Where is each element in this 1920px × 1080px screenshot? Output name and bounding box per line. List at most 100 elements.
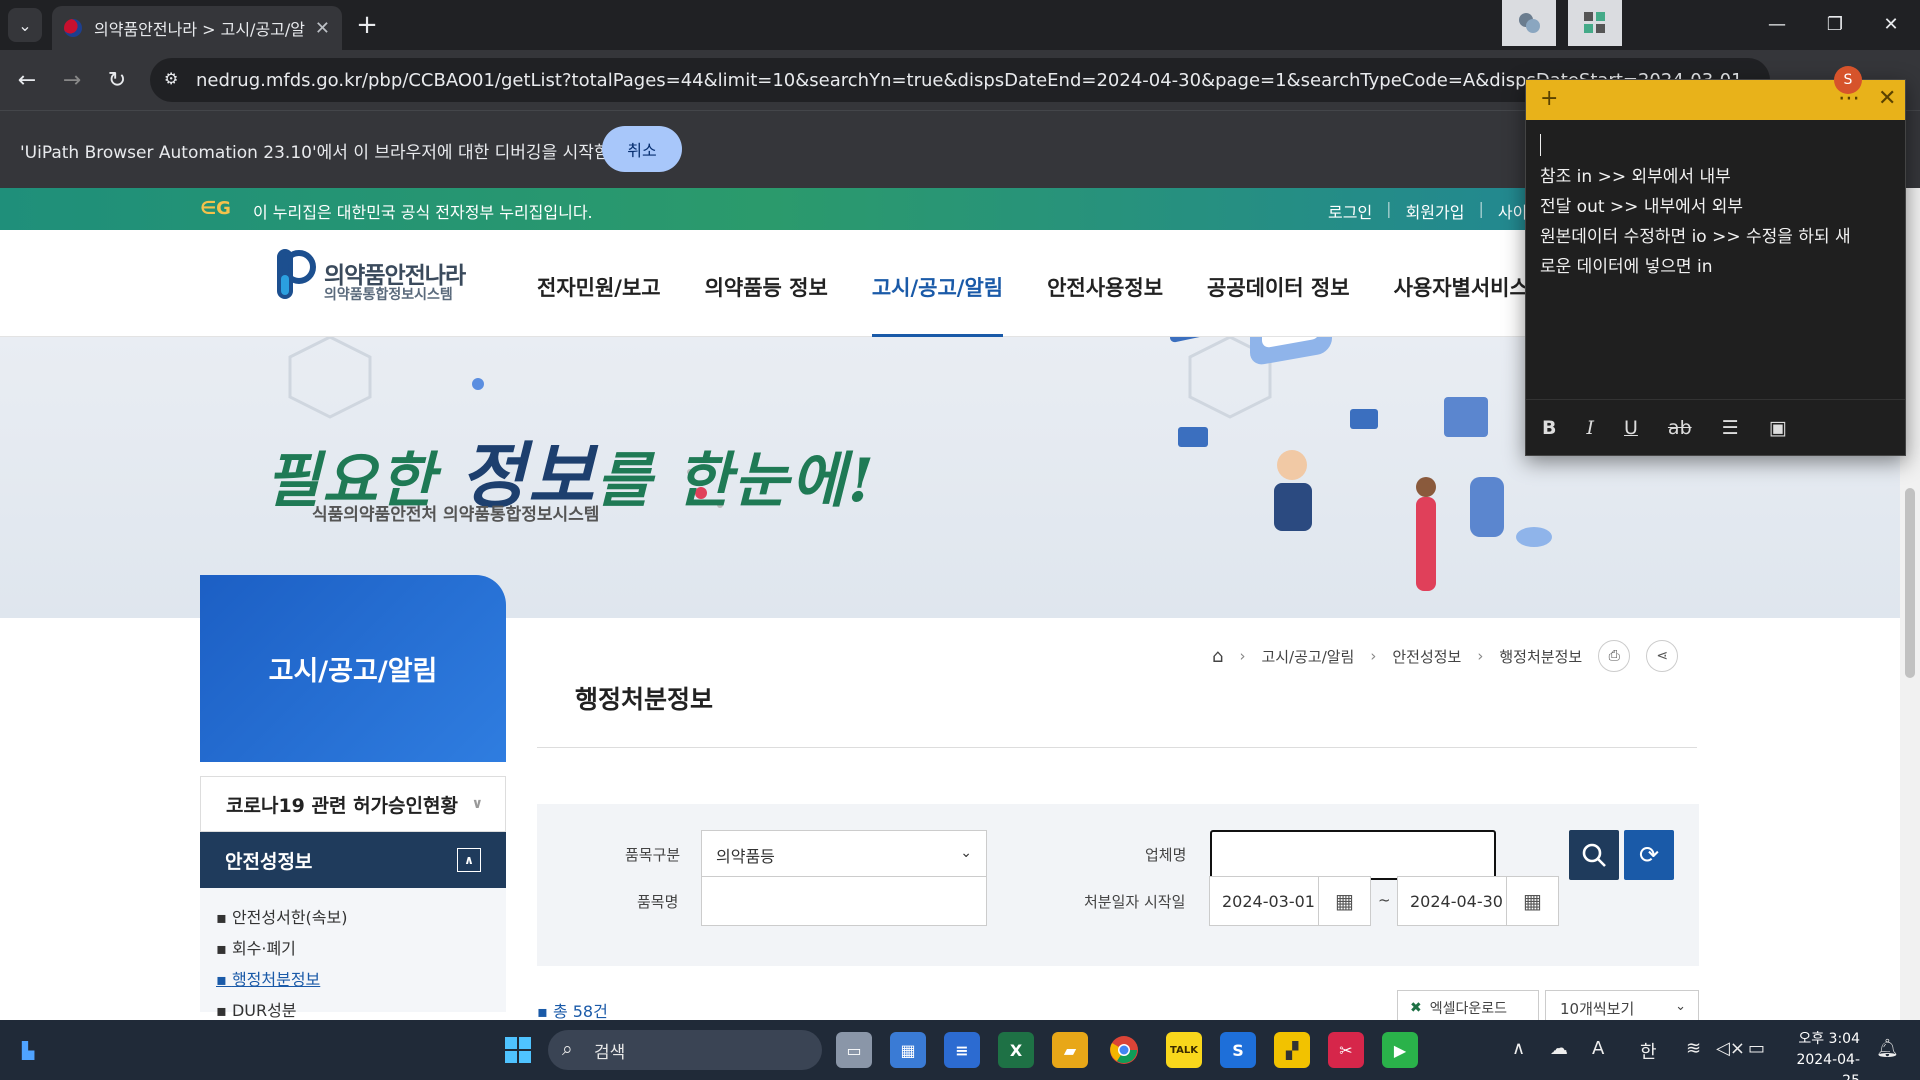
utility-links: 로그인 | 회원가입 | 사이 [1328, 199, 1527, 223]
breadcrumb-item[interactable]: 안전성정보 [1392, 646, 1461, 667]
site-logo-icon[interactable] [273, 245, 317, 303]
sticky-notes-icon[interactable]: ▞ [1274, 1032, 1310, 1068]
widgets-icon[interactable]: ▙ [10, 1032, 46, 1068]
profile-initial: S [1843, 72, 1853, 88]
breadcrumb-separator: › [1477, 647, 1484, 665]
sticky-note-body[interactable]: 참조 in >> 외부에서 내부 전달 out >> 내부에서 외부 원본데이터… [1526, 120, 1905, 400]
notepad-icon[interactable]: ≡ [944, 1032, 980, 1068]
media-player-icon[interactable]: ▶ [1382, 1032, 1418, 1068]
chrome-icon[interactable] [1106, 1032, 1142, 1068]
search-icon: ⌕ [562, 1038, 573, 1060]
minimize-icon[interactable]: — [1748, 0, 1806, 48]
ime-mode-icon[interactable]: A [1592, 1038, 1604, 1059]
site-settings-icon[interactable]: ⚙ [164, 69, 186, 91]
notification-bell-icon[interactable]: 🔔︎ [1876, 1038, 1899, 1059]
sitemap-link[interactable]: 사이 [1498, 199, 1527, 223]
add-note-icon[interactable]: + [1540, 86, 1558, 111]
italic-icon[interactable]: I [1586, 417, 1594, 439]
date-end-field[interactable]: 2024-04-30 ▦ [1397, 876, 1559, 926]
bold-icon[interactable]: B [1542, 417, 1556, 439]
image-icon[interactable]: ▣ [1769, 417, 1787, 439]
gnb-item-safety[interactable]: 안전사용정보 [1047, 272, 1163, 302]
company-input[interactable] [1210, 830, 1496, 880]
tab-title: 의약품안전나라 > 고시/공고/알 [94, 20, 305, 39]
taskbar-preview-tile-2[interactable] [1568, 0, 1622, 46]
search-button[interactable] [1569, 830, 1619, 880]
excel-app-icon[interactable]: X [998, 1032, 1034, 1068]
note-line: 로운 데이터에 넣으면 in [1540, 257, 1713, 277]
gnb-item-user-service[interactable]: 사용자별서비스 [1394, 272, 1529, 302]
login-link[interactable]: 로그인 [1328, 199, 1372, 223]
clock-date: 2024-04-25 [1796, 1052, 1860, 1080]
item-type-select[interactable]: 의약품등 ⌄ [701, 830, 987, 880]
chevron-up-icon[interactable]: ∧ [1512, 1038, 1525, 1059]
start-icon[interactable] [500, 1032, 536, 1068]
lnb-item-safety[interactable]: 안전성정보 ∧ [200, 832, 506, 888]
back-arrow-icon[interactable]: ← [10, 63, 44, 97]
forward-arrow-icon[interactable]: → [55, 63, 89, 97]
excel-download-label: 엑셀다운로드 [1429, 1001, 1508, 1017]
submenu-label: DUR성분 [231, 1001, 297, 1020]
lnb-submenu: ▪ 안전성서한(속보) ▪ 회수·폐기 ▪ 행정처분정보 ▪ DUR성분 [200, 888, 506, 1020]
total-count-text: 총 58건 [552, 1002, 608, 1021]
taskbar-preview-tile[interactable] [1502, 0, 1556, 46]
lnb-item-covid-label: 코로나19 관련 허가승인현황 [226, 794, 458, 817]
breadcrumb-item[interactable]: 고시/공고/알림 [1261, 646, 1354, 667]
breadcrumb: ⌂ › 고시/공고/알림 › 안전성정보 › 행정처분정보 ⎙ ⋖ [1212, 640, 1679, 672]
ime-language[interactable]: 한 [1640, 1038, 1657, 1064]
taskbar-search[interactable]: ⌕ 검색 [548, 1030, 822, 1070]
note-line: 전달 out >> 내부에서 외부 [1540, 197, 1744, 217]
store-icon[interactable]: ▦ [890, 1032, 926, 1068]
file-explorer-icon[interactable]: ▰ [1052, 1032, 1088, 1068]
battery-icon[interactable]: ▭ [1748, 1038, 1765, 1059]
submenu-item-active[interactable]: ▪ 행정처분정보 [216, 966, 506, 997]
calendar-icon[interactable]: ▦ [1506, 877, 1558, 925]
profile-avatar[interactable]: S [1834, 66, 1862, 94]
debug-cancel-button[interactable]: 취소 [602, 126, 682, 172]
reload-icon[interactable]: ↻ [100, 63, 134, 97]
scrollbar-thumb[interactable] [1905, 488, 1915, 678]
app-s-icon[interactable]: S [1220, 1032, 1256, 1068]
strikethrough-icon[interactable]: ab [1668, 417, 1692, 439]
clock[interactable]: 오후 3:04 2024-04-25 [1780, 1029, 1860, 1080]
browser-tab[interactable]: 의약품안전나라 > 고시/공고/알 ✕ [52, 6, 342, 50]
chrome-logo-icon [1110, 1036, 1138, 1064]
share-icon[interactable]: ⋖ [1646, 640, 1679, 672]
kakaotalk-icon[interactable]: TALK [1166, 1032, 1202, 1068]
sticky-note[interactable]: + ⋯ ✕ 참조 in >> 외부에서 내부 전달 out >> 내부에서 외부… [1525, 79, 1906, 456]
new-tab-button[interactable]: + [352, 10, 382, 40]
gnb-item-drug-info[interactable]: 의약품등 정보 [705, 272, 828, 302]
product-input[interactable] [701, 876, 987, 926]
underline-icon[interactable]: U [1624, 417, 1638, 439]
gnb-item-civil[interactable]: 전자민원/보고 [537, 272, 661, 302]
snipping-tool-icon[interactable]: ✂ [1328, 1032, 1364, 1068]
gnb-item-public-data[interactable]: 공공데이터 정보 [1207, 272, 1350, 302]
submenu-item[interactable]: ▪ 안전성서한(속보) [216, 904, 506, 935]
task-view-icon[interactable]: ▭ [836, 1032, 872, 1068]
calendar-icon[interactable]: ▦ [1318, 877, 1370, 925]
left-navigation: 고시/공고/알림 코로나19 관련 허가승인현황 ∨ 안전성정보 ∧ ▪ 안전성… [200, 575, 506, 1020]
close-icon[interactable]: ✕ [1878, 86, 1896, 111]
tab-search-chevron-icon[interactable]: ⌄ [8, 8, 42, 42]
submenu-label: 행정처분정보 [231, 970, 321, 989]
lnb-item-covid[interactable]: 코로나19 관련 허가승인현황 ∨ [200, 776, 506, 832]
submenu-item[interactable]: ▪ 회수·폐기 [216, 935, 506, 966]
bullet-list-icon[interactable]: ☰ [1722, 417, 1739, 439]
home-icon[interactable]: ⌂ [1212, 646, 1223, 667]
signup-link[interactable]: 회원가입 [1406, 199, 1465, 223]
breadcrumb-item[interactable]: 행정처분정보 [1499, 646, 1582, 667]
speaker-muted-icon[interactable]: ◁× [1716, 1038, 1745, 1059]
date-start-field[interactable]: 2024-03-01 ▦ [1209, 876, 1371, 926]
tab-close-icon[interactable]: ✕ [315, 18, 330, 39]
wifi-icon[interactable]: ≋ [1686, 1038, 1701, 1059]
note-line: 참조 in >> 외부에서 내부 [1540, 167, 1731, 187]
reset-button[interactable]: ⟳ [1624, 830, 1674, 880]
cloud-offline-icon[interactable]: ☁ [1550, 1038, 1568, 1059]
chevron-up-icon[interactable]: ∧ [457, 848, 481, 872]
gnb-item-notice[interactable]: 고시/공고/알림 [871, 272, 1004, 338]
restore-icon[interactable]: ❐ [1806, 0, 1864, 48]
close-window-icon[interactable]: ✕ [1862, 0, 1920, 48]
lnb-item-safety-label: 안전성정보 [225, 850, 313, 873]
submenu-label: 회수·폐기 [231, 939, 296, 958]
print-icon[interactable]: ⎙ [1598, 640, 1631, 672]
